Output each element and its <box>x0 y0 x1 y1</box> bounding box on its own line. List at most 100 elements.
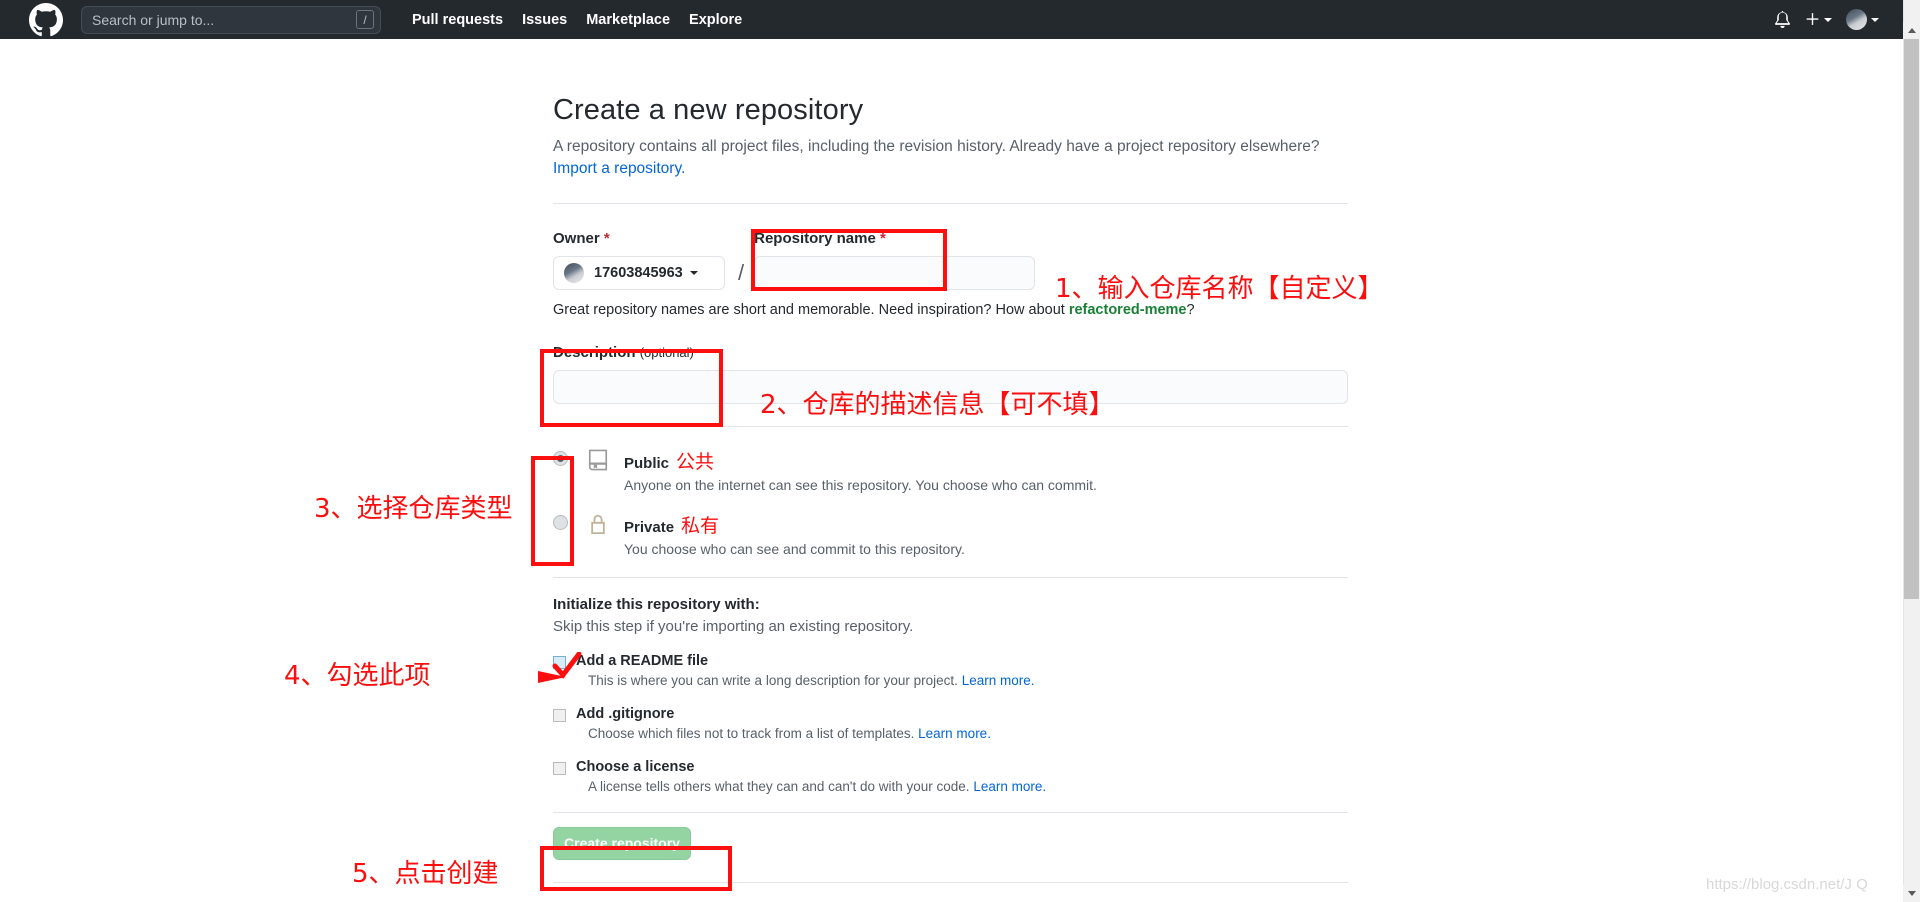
annotation-text-step3: 3、选择仓库类型 <box>314 494 513 524</box>
option-add-gitignore-texts: Add .gitignore Choose which files not to… <box>576 706 991 741</box>
option-choose-license[interactable]: Choose a license A license tells others … <box>553 759 1348 794</box>
search-shortcut-badge: / <box>356 10 374 29</box>
learn-more-link-license[interactable]: Learn more. <box>973 779 1046 794</box>
github-logo-icon[interactable] <box>29 2 63 37</box>
checkbox-choose-license[interactable] <box>553 761 566 775</box>
owner-name-separator: / <box>738 259 745 285</box>
visibility-private-texts: Private 私有 You choose who can see and com… <box>624 511 965 557</box>
option-add-readme-title: Add a README file <box>576 652 709 669</box>
visibility-public-title: Public 公共 <box>624 451 715 473</box>
option-choose-license-description-text: A license tells others what they can and… <box>588 778 970 794</box>
visibility-private-title-cn: 私有 <box>681 515 720 537</box>
annotation-arrow-icon <box>438 671 566 683</box>
description-optional-text: (optional) <box>639 344 694 360</box>
divider <box>553 425 1348 427</box>
radio-private[interactable] <box>553 514 568 530</box>
description-label-text: Description <box>553 343 636 361</box>
bell-icon[interactable] <box>1774 11 1791 28</box>
repository-name-label: Repository name * <box>754 230 1348 247</box>
nav-explore[interactable]: Explore <box>689 12 742 28</box>
owner-avatar <box>564 262 584 283</box>
radio-public[interactable] <box>553 450 568 466</box>
annotation-check-icon <box>552 652 582 679</box>
search-input[interactable]: Search or jump to... / <box>81 5 381 34</box>
visibility-public-description: Anyone on the internet can see this repo… <box>624 476 1097 493</box>
initialize-heading: Initialize this repository with: <box>553 595 760 613</box>
import-repository-link[interactable]: Import a repository. <box>553 160 685 177</box>
account-menu[interactable] <box>1846 9 1879 30</box>
create-repository-button[interactable]: Create repository <box>553 826 691 860</box>
option-add-gitignore-description-text: Choose which files not to track from a l… <box>588 725 915 741</box>
visibility-private-title: Private 私有 <box>624 515 720 537</box>
visibility-public-texts: Public 公共 Anyone on the internet can see … <box>624 447 1097 493</box>
option-choose-license-description: A license tells others what they can and… <box>588 779 1046 794</box>
initialize-subheading: Skip this step if you're importing an ex… <box>553 617 914 635</box>
plus-icon <box>1806 13 1819 25</box>
learn-more-link-gitignore[interactable]: Learn more. <box>918 726 991 741</box>
annotation-text-step2: 2、仓库的描述信息【可不填】 <box>760 390 1115 420</box>
option-add-readme[interactable]: Add a README file This is where you can … <box>553 653 1348 688</box>
required-asterisk: * <box>603 229 610 247</box>
new-repository-form: Create a new repository A repository con… <box>553 94 1348 860</box>
option-add-gitignore[interactable]: Add .gitignore Choose which files not to… <box>553 706 1348 741</box>
owner-field: Owner * 17603845963 <box>553 230 728 290</box>
visibility-private-description: You choose who can see and commit to thi… <box>624 540 965 557</box>
repository-name-label-text: Repository name <box>754 229 876 247</box>
visibility-options: Public 公共 Anyone on the internet can see … <box>553 447 1348 557</box>
annotation-text-step4: 4、勾选此项 <box>284 661 431 691</box>
avatar <box>1846 9 1867 30</box>
watermark: https://blog.csdn.net/J Q <box>1706 876 1868 893</box>
owner-label: Owner * <box>553 230 728 247</box>
option-add-gitignore-title: Add .gitignore <box>576 705 675 722</box>
description-label: Description (optional) <box>553 344 1348 361</box>
vertical-scrollbar[interactable] <box>1903 0 1920 902</box>
lock-icon <box>586 512 614 541</box>
header-actions <box>1774 0 1879 39</box>
repository-name-input[interactable] <box>754 255 1036 290</box>
option-add-readme-description: This is where you can write a long descr… <box>588 673 1034 688</box>
scrollbar-down-button[interactable] <box>1903 885 1920 902</box>
option-choose-license-title: Choose a license <box>576 758 695 775</box>
nav-pull-requests[interactable]: Pull requests <box>412 12 503 28</box>
create-new-menu[interactable] <box>1805 12 1832 27</box>
chevron-down-icon <box>1824 17 1832 22</box>
hint-prefix: Great repository names are short and mem… <box>553 301 1069 318</box>
visibility-private-title-text: Private <box>624 518 675 536</box>
divider <box>553 202 1348 204</box>
option-add-readme-description-text: This is where you can write a long descr… <box>588 672 958 688</box>
owner-select[interactable]: 17603845963 <box>553 255 725 290</box>
bottom-divider <box>553 882 1348 883</box>
nav-marketplace[interactable]: Marketplace <box>586 12 670 28</box>
page-title: Create a new repository <box>553 94 864 126</box>
global-header: Search or jump to... / Pull requests Iss… <box>0 0 1903 39</box>
option-add-gitignore-description: Choose which files not to track from a l… <box>588 726 991 741</box>
nav-issues[interactable]: Issues <box>522 12 567 28</box>
initialize-section: Initialize this repository with: Skip th… <box>553 596 1348 794</box>
visibility-public-title-text: Public <box>624 454 670 472</box>
divider <box>553 811 1348 813</box>
learn-more-link-readme[interactable]: Learn more. <box>962 673 1035 688</box>
repo-book-icon <box>586 448 614 477</box>
divider <box>553 576 1348 578</box>
owner-label-text: Owner <box>553 229 600 247</box>
chevron-up-icon <box>1907 28 1916 33</box>
checkbox-add-gitignore[interactable] <box>553 708 566 722</box>
search-placeholder: Search or jump to... <box>92 11 215 28</box>
annotation-text-step1: 1、输入仓库名称【自定义】 <box>1055 274 1384 304</box>
annotation-text-step5: 5、点击创建 <box>352 859 499 889</box>
page-subtitle: A repository contains all project files,… <box>553 136 1343 181</box>
chevron-down-icon <box>1907 891 1916 896</box>
scrollbar-up-button[interactable] <box>1903 22 1920 39</box>
chevron-down-icon <box>689 270 698 275</box>
required-asterisk: * <box>880 229 886 247</box>
visibility-option-private[interactable]: Private 私有 You choose who can see and com… <box>553 511 1348 557</box>
visibility-public-title-cn: 公共 <box>676 451 715 473</box>
page-subtitle-text: A repository contains all project files,… <box>553 138 1320 155</box>
primary-nav: Pull requests Issues Marketplace Explore <box>393 12 742 28</box>
page-body: Create a new repository A repository con… <box>0 39 1903 902</box>
visibility-option-public[interactable]: Public 公共 Anyone on the internet can see … <box>553 447 1348 493</box>
scrollbar-thumb[interactable] <box>1904 39 1919 599</box>
chevron-down-icon <box>1871 17 1879 22</box>
option-add-readme-texts: Add a README file This is where you can … <box>576 653 1034 688</box>
option-choose-license-texts: Choose a license A license tells others … <box>576 759 1046 794</box>
